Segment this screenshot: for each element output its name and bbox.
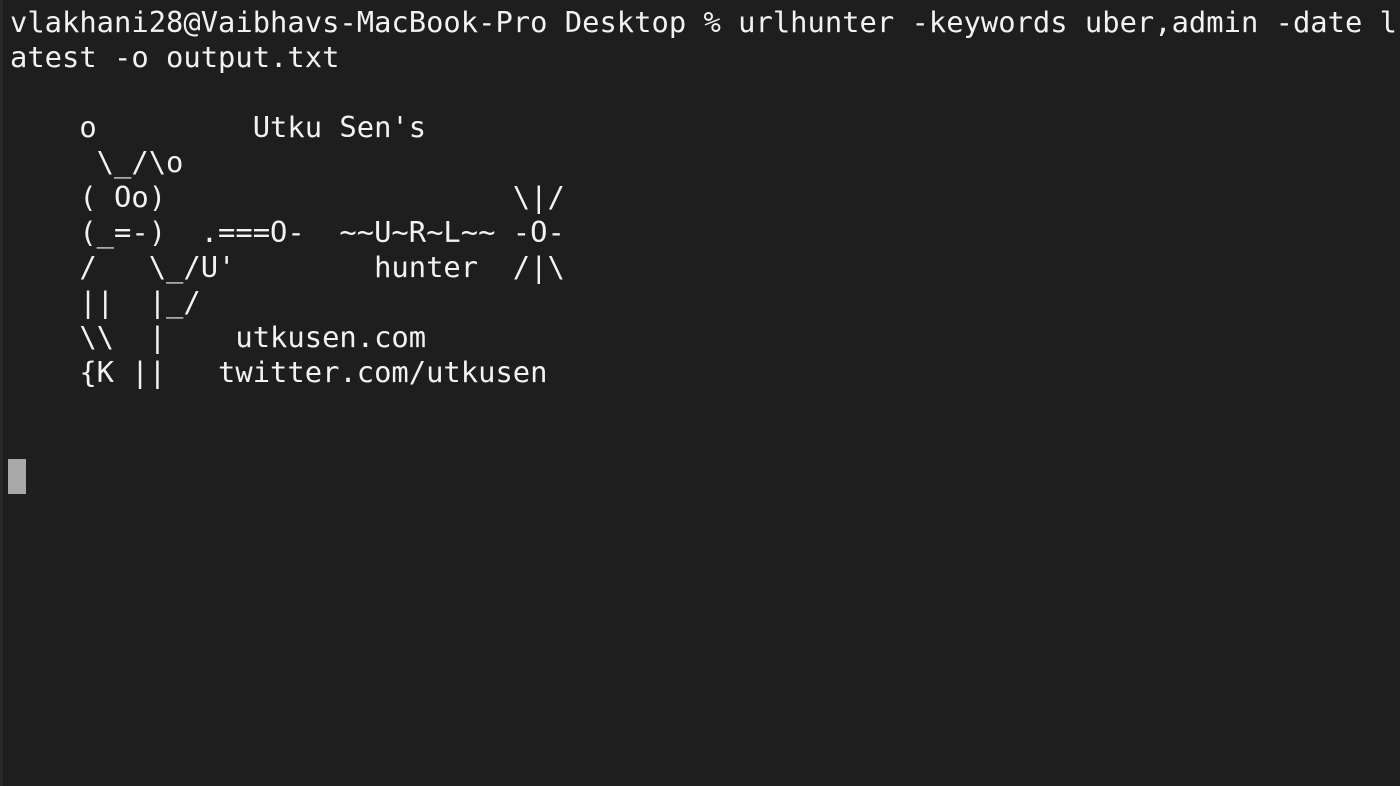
banner-line: || |_/ [10, 285, 201, 319]
banner-line: \_/\o [10, 145, 184, 179]
command-line-2: atest -o output.txt [10, 40, 340, 74]
banner-line: ( Oo) \|/ [10, 180, 565, 214]
text-cursor [8, 459, 26, 494]
terminal-window[interactable]: vlakhani28@Vaibhavs-MacBook-Pro Desktop … [0, 0, 1400, 786]
banner-line: o Utku Sen's [10, 110, 427, 144]
command-line-1: vlakhani28@Vaibhavs-MacBook-Pro Desktop … [10, 5, 1397, 39]
banner-line: (_=-) .===O- ~~U~R~L~~ -O- [10, 215, 565, 249]
banner-line: {K || twitter.com/utkusen [10, 355, 548, 389]
banner-line: / \_/U' hunter /|\ [10, 250, 565, 284]
window-edge [0, 0, 3, 786]
banner-line: \\ | utkusen.com [10, 320, 427, 354]
